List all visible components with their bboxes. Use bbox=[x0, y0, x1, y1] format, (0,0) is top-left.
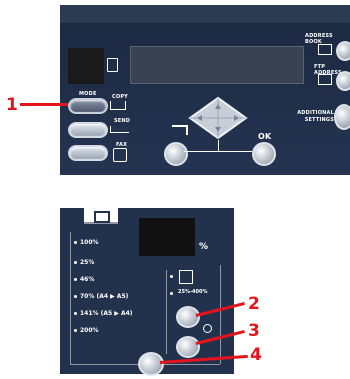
zoom-range-label: 25%-400% bbox=[178, 289, 208, 295]
zoom-option-label: 100% bbox=[80, 239, 99, 246]
zoom-up-button[interactable] bbox=[176, 306, 200, 328]
dpad-connector-line bbox=[218, 140, 219, 151]
send-label: SEND bbox=[114, 118, 131, 124]
ok-button[interactable] bbox=[252, 142, 276, 166]
zoom-indicator-dot bbox=[74, 329, 77, 332]
mode-label: MODE bbox=[79, 91, 97, 97]
magnifier-icon bbox=[203, 324, 212, 333]
back-button[interactable] bbox=[164, 142, 188, 166]
panel-top-stripe bbox=[60, 5, 350, 23]
zoom-option-200: 200% bbox=[74, 328, 99, 334]
additional-settings-label: ADDITIONAL SETTINGS bbox=[297, 110, 334, 123]
address-book-icon bbox=[318, 44, 332, 55]
zoom-option-label: 200% bbox=[80, 327, 99, 334]
main-lcd-screen bbox=[130, 46, 304, 84]
ftp-address-button[interactable] bbox=[336, 71, 350, 91]
zoom-option-70: 70% (A4 ▶ A5) bbox=[74, 294, 128, 300]
zoom-indicator-dot bbox=[74, 278, 77, 281]
zoom-option-46: 46% bbox=[74, 277, 94, 283]
send-icon bbox=[110, 126, 129, 133]
callout-3: 3 bbox=[248, 321, 260, 341]
callout-4: 4 bbox=[250, 345, 262, 365]
zoom-frame-left bbox=[70, 232, 71, 364]
zoom-option-label: 46% bbox=[80, 276, 95, 283]
mode-fax-button[interactable] bbox=[68, 145, 108, 161]
zoom-frame-right bbox=[220, 265, 221, 364]
auto-fit-dot bbox=[170, 275, 173, 278]
zoom-display bbox=[139, 218, 195, 256]
fax-icon bbox=[113, 148, 127, 162]
zoom-option-25: 25% bbox=[74, 260, 94, 266]
zoom-indicator-dot bbox=[74, 312, 77, 315]
auto-fit-icon bbox=[179, 270, 193, 284]
mode-send-button[interactable] bbox=[68, 122, 108, 138]
callout-2: 2 bbox=[248, 294, 260, 314]
button-connector-line bbox=[184, 151, 252, 152]
copy-icon bbox=[110, 101, 126, 110]
zoom-divider bbox=[166, 270, 167, 354]
zoom-option-label: 141% (A5 ▶ A4) bbox=[80, 310, 133, 317]
range-dot bbox=[170, 292, 173, 295]
zoom-option-label: 70% (A4 ▶ A5) bbox=[80, 293, 129, 300]
percent-sign: % bbox=[199, 242, 209, 252]
copy-label: COPY bbox=[112, 94, 129, 100]
zoom-indicator-dot bbox=[74, 295, 77, 298]
additional-settings-button[interactable] bbox=[334, 104, 350, 130]
zoom-down-button[interactable] bbox=[176, 336, 200, 358]
callout-1-line bbox=[20, 103, 68, 106]
ftp-address-icon bbox=[318, 74, 332, 85]
mode-copy-button[interactable] bbox=[68, 98, 108, 114]
back-arrow-icon bbox=[172, 125, 188, 135]
zoom-indicator-dot bbox=[74, 241, 77, 244]
navigation-dpad[interactable] bbox=[188, 96, 248, 140]
zoom-option-141: 141% (A5 ▶ A4) bbox=[74, 311, 133, 317]
zoom-select-button[interactable] bbox=[138, 352, 164, 376]
zoom-tab-icon bbox=[94, 211, 110, 223]
status-display bbox=[68, 48, 104, 84]
zoom-option-100: 100% bbox=[74, 240, 99, 246]
zoom-option-label: 25% bbox=[80, 259, 95, 266]
address-book-button[interactable] bbox=[336, 41, 350, 61]
zoom-indicator-dot bbox=[74, 261, 77, 264]
ok-label: OK bbox=[258, 132, 272, 141]
document-icon bbox=[107, 58, 118, 72]
callout-1: 1 bbox=[6, 95, 18, 115]
